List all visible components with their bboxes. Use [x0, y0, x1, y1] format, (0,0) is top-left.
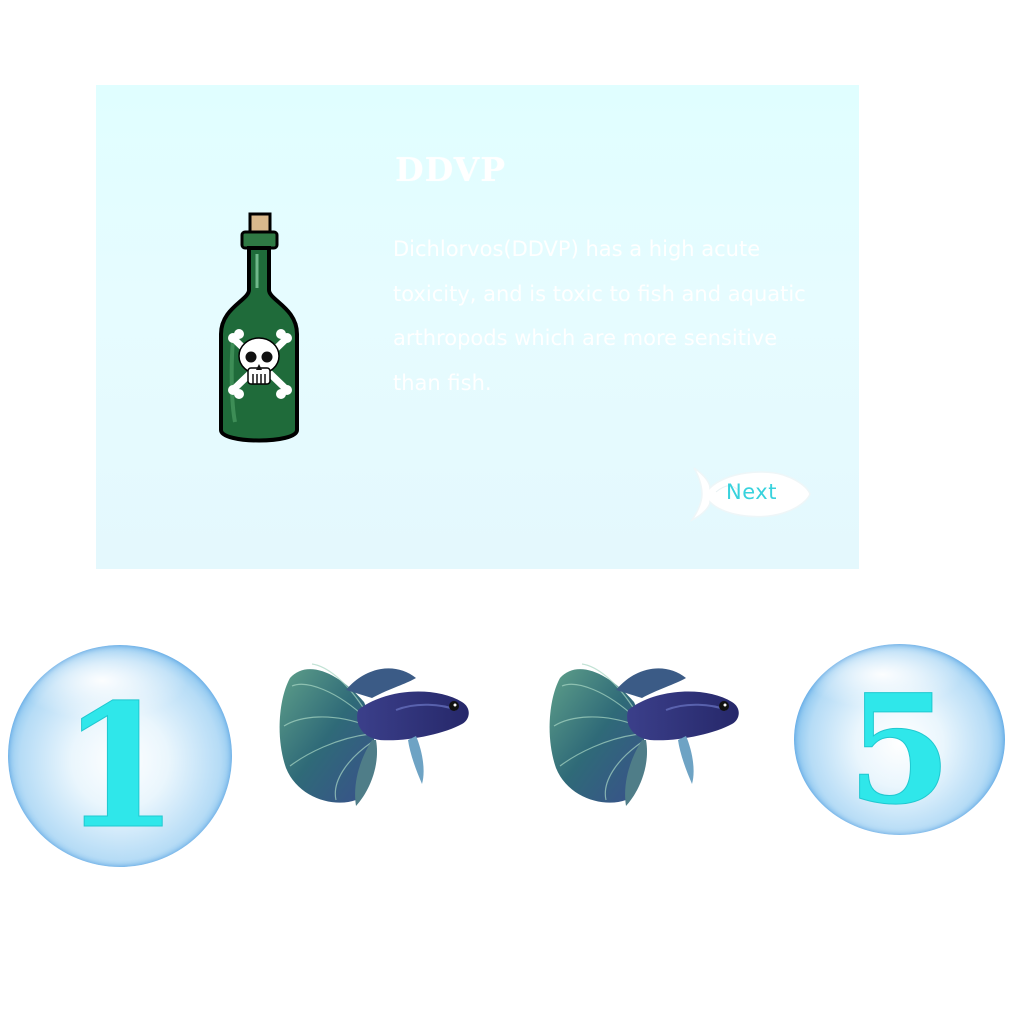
betta-fish-icon[interactable] [546, 650, 746, 815]
bubble-number-left: 1 [60, 667, 180, 868]
number-bubble-right[interactable]: 5 [794, 644, 1005, 839]
number-bubble-left[interactable]: 1 [8, 645, 232, 868]
card-title: DDVP [395, 150, 507, 189]
bubble-number-right: 5 [847, 662, 952, 839]
betta-fish-icon[interactable] [276, 650, 476, 815]
next-label: Next [726, 480, 777, 504]
next-button[interactable]: Next [686, 464, 814, 524]
card-body-text: Dichlorvos(DDVP) has a high acute toxici… [393, 237, 806, 395]
poison-bottle-icon [219, 212, 299, 443]
